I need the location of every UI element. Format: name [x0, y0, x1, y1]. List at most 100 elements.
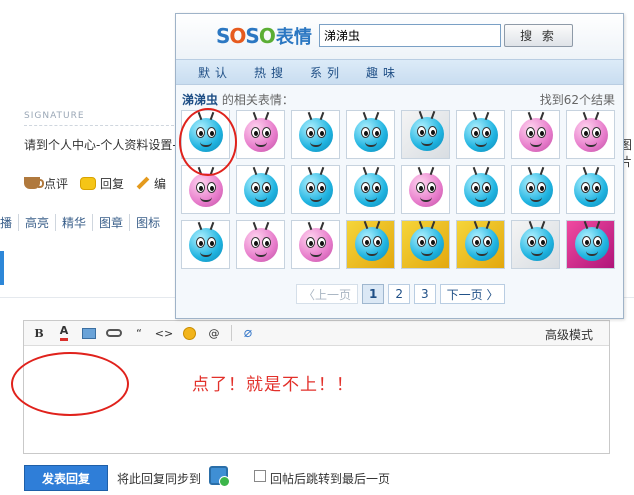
emoticon-item[interactable]	[346, 165, 395, 214]
search-button[interactable]: 搜 索	[504, 24, 573, 47]
emoticon-item[interactable]	[291, 220, 340, 269]
moderation-item-icon[interactable]: 图标	[129, 213, 166, 231]
emoticon-item[interactable]	[236, 165, 285, 214]
emoticon-image	[518, 111, 553, 152]
moderation-item-digest[interactable]: 精华	[55, 213, 92, 231]
emoticon-item[interactable]	[566, 220, 615, 269]
next-page-button[interactable]: 下一页 〉	[439, 284, 506, 304]
moderation-item-stamp[interactable]: 图章	[92, 213, 129, 231]
comment-action[interactable]: 点评	[24, 175, 68, 192]
image-button[interactable]	[79, 323, 99, 343]
jump-last-page-label: 回帖后跳转到最后一页	[270, 472, 391, 486]
page-3-button[interactable]: 3	[414, 284, 436, 304]
emoticon-image	[243, 111, 278, 152]
emoticon-image	[188, 166, 223, 207]
annotation-oval-popup	[179, 108, 237, 176]
emoticon-image	[518, 166, 553, 207]
signature-divider	[24, 125, 174, 126]
emoticon-item[interactable]	[346, 220, 395, 269]
quote-icon[interactable]: “	[129, 323, 149, 343]
emoticon-image	[463, 166, 498, 207]
signature-text: 请到个人中心-个人资料设置-	[24, 138, 177, 152]
pencil-icon	[136, 176, 150, 190]
popup-tabs: 默认 热搜 系列 趣味	[176, 59, 623, 85]
tab-default[interactable]: 默认	[198, 64, 232, 81]
comment-action-label: 点评	[44, 176, 69, 191]
emoticon-item[interactable]	[456, 110, 505, 159]
emoticon-item[interactable]	[456, 220, 505, 269]
emoticon-item[interactable]	[456, 165, 505, 214]
emoticon-image	[573, 166, 608, 207]
emoticon-image	[243, 166, 278, 207]
emoticon-item[interactable]	[236, 110, 285, 159]
reply-action-label: 回复	[100, 176, 125, 191]
emoticon-item[interactable]	[511, 165, 560, 214]
reply-action[interactable]: 回复	[80, 175, 124, 192]
emoticon-item[interactable]	[511, 220, 560, 269]
emoticon-image	[188, 221, 223, 262]
toolbar-separator	[231, 325, 232, 341]
at-icon[interactable]: @	[204, 323, 224, 343]
smiley-icon	[182, 326, 196, 340]
emoticon-image	[402, 111, 449, 158]
tab-fun[interactable]: 趣味	[366, 64, 400, 81]
submit-reply-button[interactable]: 发表回复	[24, 465, 108, 491]
advanced-mode-link[interactable]: 高级模式	[545, 326, 593, 343]
sync-weibo-icon[interactable]	[209, 466, 230, 487]
moderation-item-highlight[interactable]: 高亮	[18, 213, 55, 231]
left-accent-bar	[0, 251, 4, 285]
post-actions: 点评 回复 编	[24, 174, 178, 192]
reply-editor[interactable]: B A “ <> @ ⌀ 高级模式 点了！就是不上！！	[11, 320, 610, 454]
link-button[interactable]	[104, 323, 124, 343]
emoticon-popup: SOSO表情 搜 索 默认 热搜 系列 趣味 涕涕虫 的相关表情： 找到62个结…	[175, 13, 624, 319]
emoticon-image	[298, 221, 333, 262]
bold-icon[interactable]: B	[29, 323, 49, 343]
emoticon-item[interactable]	[236, 220, 285, 269]
emoticon-item[interactable]	[401, 110, 450, 159]
page-2-button[interactable]: 2	[388, 284, 411, 304]
jump-last-page-checkbox[interactable]	[254, 470, 266, 482]
moderation-toolbar: 播 高亮 精华 图章 图标	[0, 213, 166, 231]
image-icon	[82, 327, 96, 339]
emoticon-image	[463, 111, 498, 152]
emoticon-image	[567, 221, 614, 268]
emoticon-item[interactable]	[566, 165, 615, 214]
emoticon-item[interactable]	[291, 165, 340, 214]
emoticon-item[interactable]	[566, 110, 615, 159]
page-1-button[interactable]: 1	[362, 284, 385, 304]
emoticon-item[interactable]	[291, 110, 340, 159]
emoticon-item[interactable]	[401, 220, 450, 269]
related-keyword: 涕涕虫	[182, 93, 219, 107]
smiley-button[interactable]	[179, 323, 199, 343]
emoticon-image	[353, 166, 388, 207]
popup-header: SOSO表情 搜 索	[176, 14, 623, 59]
emoticon-image	[408, 166, 443, 207]
edit-action[interactable]: 编	[136, 175, 166, 192]
emoticon-image	[402, 221, 449, 268]
emoticon-image	[573, 111, 608, 152]
emoticon-image	[243, 221, 278, 262]
attachment-icon[interactable]: ⌀	[238, 323, 258, 343]
coffee-icon	[24, 177, 44, 189]
font-color-button[interactable]: A	[54, 323, 74, 343]
annotation-oval-editor	[11, 352, 129, 416]
emoticon-search-input[interactable]	[319, 24, 501, 47]
pagination: 〈上一页 1 2 3 下一页 〉	[296, 284, 509, 304]
emoticon-image	[347, 221, 394, 268]
tab-hot[interactable]: 热搜	[254, 64, 288, 81]
emoticon-item[interactable]	[181, 220, 230, 269]
emoticon-item[interactable]	[511, 110, 560, 159]
editor-annotation-text: 点了！就是不上！！	[192, 375, 354, 395]
moderation-item[interactable]: 播	[0, 214, 18, 231]
emoticon-item[interactable]	[346, 110, 395, 159]
soso-logo: SOSO表情	[216, 24, 312, 48]
result-count: 找到62个结果	[539, 93, 615, 107]
speech-bubble-icon	[80, 176, 97, 190]
sync-label: 将此回复同步到	[117, 472, 202, 486]
editor-toolbar: B A “ <> @ ⌀	[24, 321, 609, 346]
emoticon-item[interactable]	[401, 165, 450, 214]
prev-page-button[interactable]: 〈上一页	[296, 284, 359, 304]
emoticon-image	[298, 111, 333, 152]
code-icon[interactable]: <>	[154, 323, 174, 343]
tab-series[interactable]: 系列	[310, 64, 344, 81]
